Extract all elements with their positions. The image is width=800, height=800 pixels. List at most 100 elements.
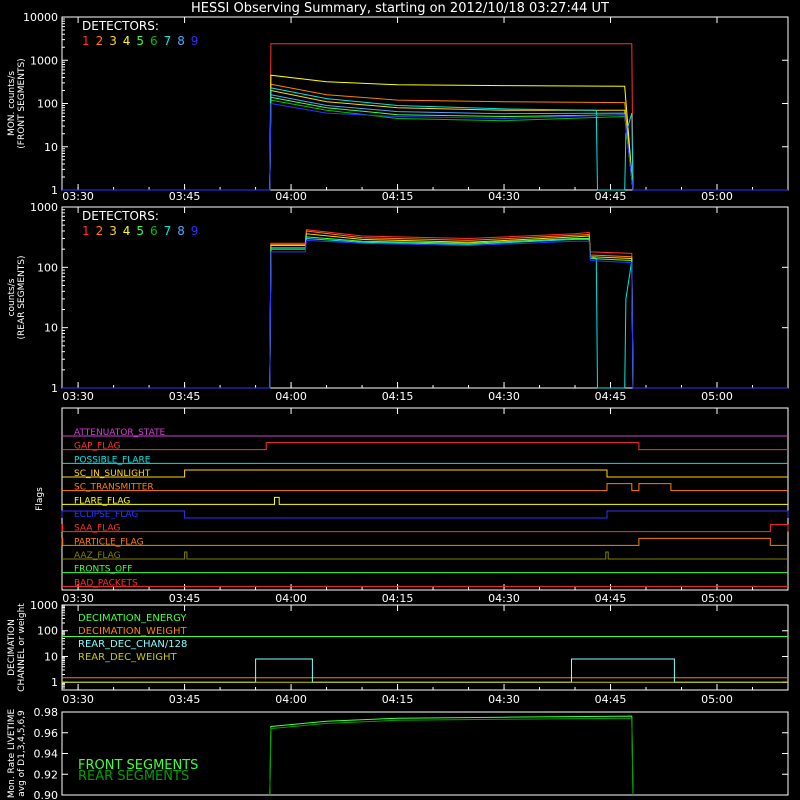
rear-series-7 <box>62 237 788 389</box>
livetime-ytick-label: 0.90 <box>34 789 59 800</box>
flags-xtick-label: 03:45 <box>169 592 201 605</box>
rear-series-2 <box>62 230 788 389</box>
decimation-legend-entry: REAR_DEC_WEIGHT <box>78 652 177 663</box>
front-xtick-label: 03:30 <box>62 190 94 203</box>
front-legend-entry: 7 <box>164 34 172 48</box>
livetime-ytick-label: 0.96 <box>34 727 59 740</box>
flag-trace-flare-flag <box>62 496 788 505</box>
rear-legend-title: DETECTORS: <box>82 209 159 223</box>
flag-trace-eclipse-flag <box>61 510 789 519</box>
flags-xtick-label: 04:45 <box>595 592 627 605</box>
front-series-7 <box>62 87 788 191</box>
livetime-series-rear-segments <box>269 717 634 796</box>
rear-series-1 <box>62 229 788 389</box>
decimation-ytick-label: 100 <box>37 625 58 638</box>
rear-legend-entry: 9 <box>191 224 199 238</box>
flag-trace-sc-transmitter <box>62 483 788 492</box>
decimation-xtick-label: 05:00 <box>701 693 733 706</box>
livetime-ylabel: avg of D1,3,4,5,6,9 <box>17 710 27 797</box>
rear-series-9 <box>62 239 788 389</box>
decimation-xtick-label: 04:45 <box>595 693 627 706</box>
front-legend-title: DETECTORS: <box>82 19 159 33</box>
decimation-xtick-label: 03:30 <box>62 693 94 706</box>
front-xtick-label: 04:00 <box>275 190 307 203</box>
front-legend-entry: 8 <box>177 34 185 48</box>
front-series-4 <box>62 74 788 191</box>
rear-xtick-label: 04:00 <box>275 390 307 403</box>
flags-ylabel: Flags <box>35 487 45 511</box>
figure-title: HESSI Observing Summary, starting on 201… <box>191 1 609 16</box>
rear-legend-entry: 5 <box>136 224 144 238</box>
flag-trace-gap-flag <box>62 442 788 451</box>
rear-xtick-label: 05:00 <box>701 390 733 403</box>
livetime-ytick-label: 0.98 <box>34 706 59 719</box>
front-xtick-label: 04:30 <box>488 190 520 203</box>
flag-trace-saa-flag <box>61 524 789 533</box>
front-series-8 <box>62 94 788 191</box>
rear-legend-entry: 8 <box>177 224 185 238</box>
rear-ytick-label: 1000 <box>30 201 58 214</box>
front-xtick-label: 04:45 <box>595 190 627 203</box>
front-xtick-label: 03:45 <box>169 190 201 203</box>
decimation-xtick-label: 04:30 <box>488 693 520 706</box>
decimation-legend-entry: DECIMATION_WEIGHT <box>78 626 187 637</box>
flags-xtick-label: 04:15 <box>382 592 414 605</box>
livetime-legend-entry: REAR SEGMENTS <box>78 769 189 784</box>
front-ytick-label: 10 <box>44 141 58 154</box>
rear-ylabel: (REAR SEGMENTS) <box>17 255 27 339</box>
front-ytick-label: 10000 <box>23 11 58 24</box>
rear-legend-entry: 4 <box>123 224 131 238</box>
front-legend-entry: 2 <box>96 34 104 48</box>
rear-ytick-label: 100 <box>37 261 58 274</box>
front-xtick-label: 05:00 <box>701 190 733 203</box>
livetime-ytick-label: 0.92 <box>34 768 59 781</box>
decimation-legend-entry: REAR_DEC_CHAN/128 <box>78 639 187 650</box>
front-legend-entry: 1 <box>82 34 90 48</box>
rear-ytick-label: 1 <box>51 382 58 395</box>
decimation-ytick-label: 1000 <box>30 599 58 612</box>
front-ytick-label: 1000 <box>30 54 58 67</box>
flags-axes-frame <box>61 407 789 591</box>
rear-legend-entry: 3 <box>109 224 117 238</box>
decimation-ylabel: CHANNEL or weight <box>17 603 27 692</box>
front-legend-entry: 4 <box>123 34 131 48</box>
hessi-summary-figure: HESSI Observing Summary, starting on 201… <box>7 1 789 800</box>
rear-series-3 <box>62 233 788 389</box>
front-legend-entry: 3 <box>109 34 117 48</box>
rear-ytick-label: 10 <box>44 322 58 335</box>
rear-legend-entry: 1 <box>82 224 90 238</box>
front-legend-entry: 9 <box>191 34 199 48</box>
rear-xtick-label: 04:30 <box>488 390 520 403</box>
decimation-ylabel: DECIMATION <box>7 619 17 676</box>
decimation-xtick-label: 04:15 <box>382 693 414 706</box>
rear-xtick-label: 04:15 <box>382 390 414 403</box>
livetime-ytick-label: 0.94 <box>34 748 59 761</box>
decimation-xtick-label: 04:00 <box>275 693 307 706</box>
rear-xtick-label: 03:45 <box>169 390 201 403</box>
flag-trace-aaz-flag <box>62 551 788 560</box>
front-series-3 <box>62 89 788 191</box>
front-ytick-label: 100 <box>37 98 58 111</box>
flags-xtick-label: 04:30 <box>488 592 520 605</box>
decimation-xtick-label: 03:45 <box>169 693 201 706</box>
front-ylabel: (FRONT SEGMENTS) <box>17 58 27 148</box>
rear-xtick-label: 03:30 <box>62 390 94 403</box>
flags-xtick-label: 05:00 <box>701 592 733 605</box>
flags-xtick-label: 04:00 <box>275 592 307 605</box>
front-series-5 <box>62 96 788 191</box>
front-ytick-label: 1 <box>51 184 58 197</box>
front-series-6 <box>62 99 788 191</box>
front-legend-entry: 5 <box>136 34 144 48</box>
rear-xtick-label: 04:45 <box>595 390 627 403</box>
rear-legend-entry: 7 <box>164 224 172 238</box>
rear-legend-entry: 6 <box>150 224 158 238</box>
rear-legend-entry: 2 <box>96 224 104 238</box>
front-legend-entry: 6 <box>150 34 158 48</box>
flag-trace-particle-flag <box>61 537 788 546</box>
front-series-9 <box>62 102 788 191</box>
rear-ylabel: counts/s <box>7 278 17 316</box>
rear-series-5 <box>62 236 788 389</box>
front-ylabel: MON. counts/s <box>7 71 17 136</box>
flags-xtick-label: 03:30 <box>62 592 94 605</box>
flag-trace-sc-in-sunlight <box>62 469 788 478</box>
